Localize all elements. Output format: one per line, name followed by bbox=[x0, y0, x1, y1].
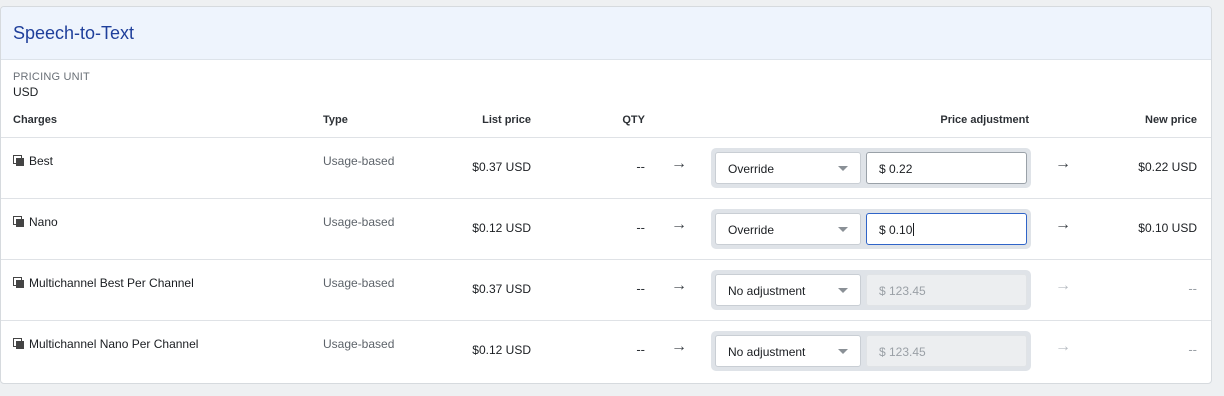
charge-type: Usage-based bbox=[323, 215, 395, 229]
table-row: Nano Usage-based $0.12 USD -- → Override… bbox=[1, 199, 1211, 260]
section-title: Speech-to-Text bbox=[13, 22, 135, 43]
price-adjustment-group: Override $ 0.10 bbox=[711, 209, 1031, 249]
arrow-right-icon: → bbox=[671, 277, 687, 294]
charge-name-text: Multichannel Best Per Channel bbox=[29, 276, 194, 290]
arrow-right-icon: → bbox=[1055, 338, 1071, 355]
pricing-unit-value: USD bbox=[13, 85, 39, 99]
speech-to-text-card: Speech-to-Text PRICING UNIT USD Charges … bbox=[0, 6, 1212, 384]
chevron-down-icon bbox=[838, 288, 848, 293]
arrow-right-icon: → bbox=[671, 216, 687, 233]
adjustment-type-select[interactable]: No adjustment bbox=[715, 274, 861, 306]
charge-name: Multichannel Nano Per Channel bbox=[13, 337, 198, 351]
adjustment-type-value: Override bbox=[728, 223, 775, 237]
list-price: $0.37 USD bbox=[472, 282, 531, 296]
table-header: Charges Type List price QTY Price adjust… bbox=[1, 106, 1211, 138]
copy-icon bbox=[13, 215, 24, 227]
arrow-right-icon: → bbox=[1055, 216, 1071, 233]
price-override-input[interactable]: $ 0.22 bbox=[866, 152, 1027, 184]
copy-icon bbox=[13, 337, 24, 349]
adjustment-type-value: No adjustment bbox=[728, 284, 806, 298]
qty-value: -- bbox=[636, 281, 645, 296]
charge-name: Multichannel Best Per Channel bbox=[13, 276, 194, 290]
price-override-input: $ 123.45 bbox=[866, 274, 1027, 306]
price-override-input: $ 123.45 bbox=[866, 335, 1027, 367]
chevron-down-icon bbox=[838, 227, 848, 232]
column-header-charges: Charges bbox=[13, 114, 58, 126]
arrow-right-icon: → bbox=[1055, 155, 1071, 172]
new-price: -- bbox=[1188, 281, 1197, 296]
charge-name: Best bbox=[13, 154, 53, 168]
column-header-qty: QTY bbox=[622, 114, 645, 126]
charge-type: Usage-based bbox=[323, 154, 395, 168]
adjustment-type-select[interactable]: Override bbox=[715, 213, 861, 245]
text-cursor bbox=[913, 223, 915, 236]
list-price: $0.37 USD bbox=[472, 160, 531, 174]
list-price: $0.12 USD bbox=[472, 343, 531, 357]
adjustment-type-select[interactable]: No adjustment bbox=[715, 335, 861, 367]
table-row: Best Usage-based $0.37 USD -- → Override… bbox=[1, 138, 1211, 199]
list-price: $0.12 USD bbox=[472, 221, 531, 235]
column-header-new-price: New price bbox=[1145, 114, 1197, 126]
arrow-right-icon: → bbox=[671, 338, 687, 355]
charge-type: Usage-based bbox=[323, 337, 395, 351]
price-adjustment-group: Override $ 0.22 bbox=[711, 148, 1031, 188]
charge-name-text: Multichannel Nano Per Channel bbox=[29, 337, 199, 351]
price-adjustment-group: No adjustment $ 123.45 bbox=[711, 270, 1031, 310]
arrow-right-icon: → bbox=[671, 155, 687, 172]
price-input-placeholder: $ 123.45 bbox=[879, 284, 926, 298]
pricing-unit-label: PRICING UNIT bbox=[13, 71, 90, 83]
chevron-down-icon bbox=[838, 349, 848, 354]
copy-icon bbox=[13, 276, 24, 288]
chevron-down-icon bbox=[838, 166, 848, 171]
adjustment-type-select[interactable]: Override bbox=[715, 152, 861, 184]
charge-name: Nano bbox=[13, 215, 58, 229]
price-input-placeholder: $ 123.45 bbox=[879, 345, 926, 359]
qty-value: -- bbox=[636, 220, 645, 235]
column-header-price-adjustment: Price adjustment bbox=[940, 114, 1029, 126]
column-header-type: Type bbox=[323, 114, 348, 126]
new-price: -- bbox=[1188, 342, 1197, 357]
copy-icon bbox=[13, 154, 24, 166]
adjustment-type-value: No adjustment bbox=[728, 345, 806, 359]
charge-name-text: Nano bbox=[29, 215, 58, 229]
price-input-value: $ 0.22 bbox=[879, 162, 913, 176]
qty-value: -- bbox=[636, 159, 645, 174]
pricing-unit: PRICING UNIT USD bbox=[1, 60, 1211, 106]
adjustment-type-value: Override bbox=[728, 162, 775, 176]
arrow-right-icon: → bbox=[1055, 277, 1071, 294]
column-header-list-price: List price bbox=[482, 114, 531, 126]
charge-type: Usage-based bbox=[323, 276, 395, 290]
card-header: Speech-to-Text bbox=[1, 7, 1211, 60]
new-price: $0.22 USD bbox=[1138, 160, 1197, 174]
price-override-input[interactable]: $ 0.10 bbox=[866, 213, 1027, 245]
price-adjustment-group: No adjustment $ 123.45 bbox=[711, 331, 1031, 371]
price-input-value: $ 0.10 bbox=[879, 223, 913, 237]
charge-name-text: Best bbox=[29, 154, 54, 168]
table-row: Multichannel Best Per Channel Usage-base… bbox=[1, 260, 1211, 321]
new-price: $0.10 USD bbox=[1138, 221, 1197, 235]
qty-value: -- bbox=[636, 342, 645, 357]
table-row: Multichannel Nano Per Channel Usage-base… bbox=[1, 321, 1211, 382]
